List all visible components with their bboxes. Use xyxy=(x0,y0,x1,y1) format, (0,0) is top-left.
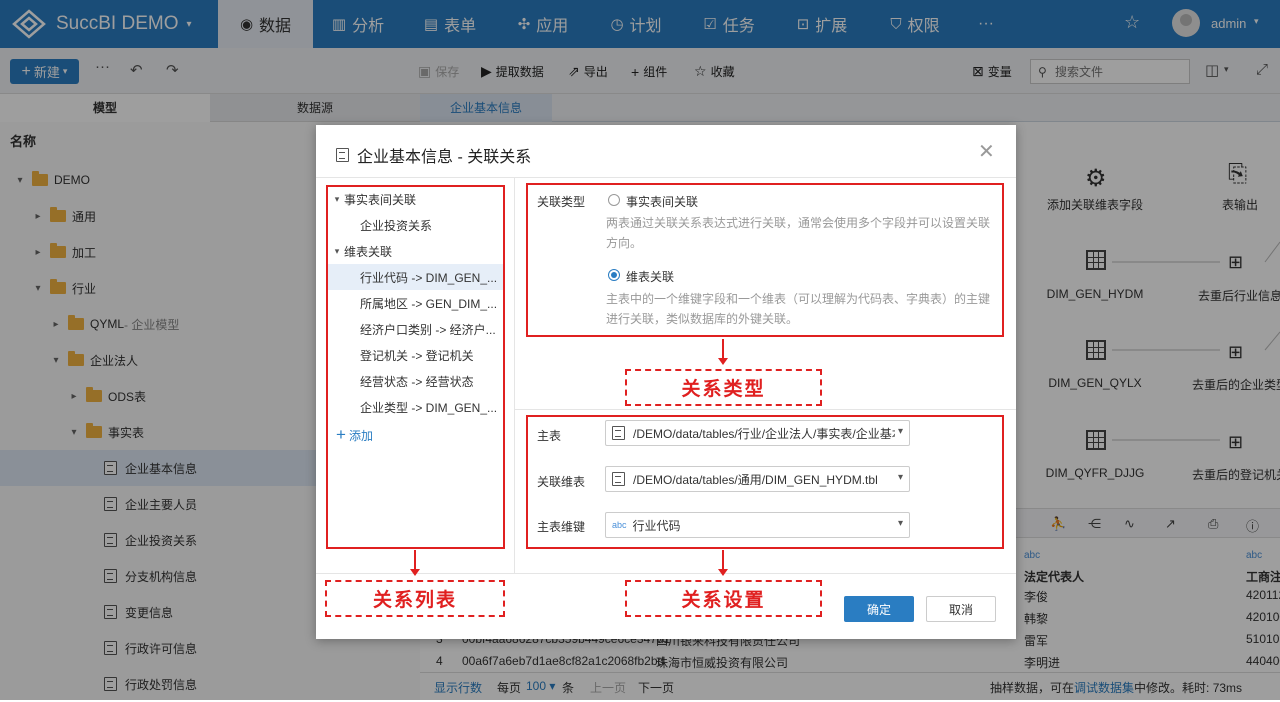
cancel-button[interactable]: 取消 xyxy=(926,596,996,622)
highlight-relation-list xyxy=(326,185,505,549)
ok-button[interactable]: 确定 xyxy=(844,596,914,622)
callout-relation-settings: 关系设置 xyxy=(625,580,822,617)
highlight-relation-type xyxy=(526,183,1004,337)
callout-relation-list: 关系列表 xyxy=(325,580,505,617)
annotation-arrow xyxy=(718,339,728,365)
divider xyxy=(514,409,1016,410)
dialog-title: 企业基本信息 - 关联关系 xyxy=(336,143,531,167)
table-icon xyxy=(336,148,349,162)
close-icon[interactable]: ✕ xyxy=(978,139,995,164)
callout-relation-type: 关系类型 xyxy=(625,369,822,406)
highlight-relation-settings xyxy=(526,415,1004,549)
annotation-arrow xyxy=(410,550,420,576)
divider xyxy=(514,177,515,573)
divider xyxy=(316,573,1016,574)
divider xyxy=(316,177,1016,178)
annotation-arrow xyxy=(718,550,728,576)
